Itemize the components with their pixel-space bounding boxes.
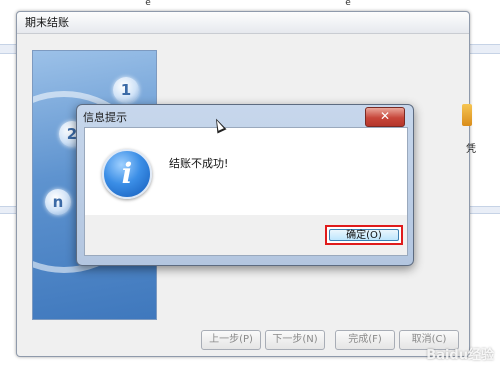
info-dialog: 信息提示 ✕ i 结账不成功! 确定(O) <box>76 104 414 266</box>
finish-button[interactable]: 完成(F) <box>335 330 395 350</box>
close-button[interactable]: ✕ <box>365 107 405 127</box>
top-edge-glyph: ě <box>145 0 151 8</box>
top-edge-glyph: ě <box>345 0 351 8</box>
step-number-icon: n <box>45 189 71 215</box>
window-title: 期末结账 <box>17 12 469 34</box>
info-icon: i <box>102 149 152 199</box>
dialog-message: 结账不成功! <box>169 157 229 170</box>
dialog-body: i 结账不成功! <box>84 127 408 216</box>
document-icon <box>462 104 472 126</box>
prev-step-button[interactable]: 上一步(P) <box>201 330 261 350</box>
right-edge-label: 凭 <box>466 144 476 155</box>
close-icon: ✕ <box>379 109 391 123</box>
next-step-button[interactable]: 下一步(N) <box>265 330 325 350</box>
dialog-title: 信息提示 <box>83 111 127 124</box>
ok-button[interactable]: 确定(O) <box>325 225 403 245</box>
step-number-icon: 1 <box>113 77 139 103</box>
dialog-footer: 确定(O) <box>84 215 408 256</box>
ok-button-label: 确定(O) <box>329 229 399 241</box>
watermark: Baidu经验 <box>426 348 494 363</box>
